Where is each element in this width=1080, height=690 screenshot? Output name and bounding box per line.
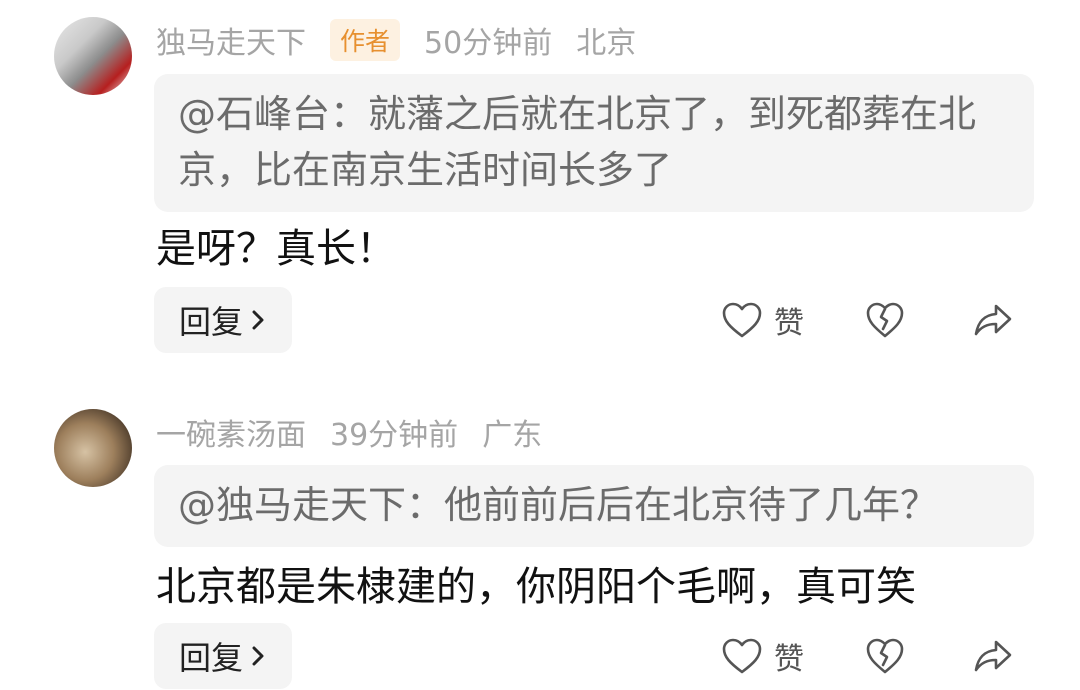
comment-meta: 独马走天下 作者 50分钟前 北京 (156, 18, 660, 62)
quoted-comment[interactable]: @独马走天下：他前前后后在北京待了几年？ (154, 465, 1034, 547)
avatar[interactable] (54, 409, 132, 487)
avatar[interactable] (54, 17, 132, 95)
comment-text: 是呀？真长！ (156, 226, 396, 272)
reply-label: 回复 (178, 639, 243, 677)
share-arrow-icon[interactable] (972, 636, 1014, 676)
heart-outline-icon (722, 638, 762, 674)
broken-heart-icon[interactable] (864, 300, 906, 340)
chevron-right-icon (252, 646, 264, 666)
like-label: 赞 (774, 642, 804, 677)
heart-outline-icon (722, 302, 762, 338)
quoted-comment[interactable]: @石峰台：就藩之后就在北京了，到死都葬在北京，比在南京生活时间长多了 (154, 74, 1034, 212)
comment-text: 北京都是朱棣建的，你阴阳个毛啊，真可笑 (156, 564, 916, 610)
location: 广东 (482, 418, 543, 453)
broken-heart-icon[interactable] (864, 636, 906, 676)
share-arrow-icon[interactable] (972, 300, 1014, 340)
author-badge: 作者 (330, 19, 401, 61)
timestamp: 50分钟前 (424, 26, 553, 61)
comment-meta: 一碗素汤面 39分钟前 广东 (156, 410, 566, 454)
username[interactable]: 一碗素汤面 (156, 410, 306, 454)
reply-label: 回复 (178, 303, 243, 341)
chevron-right-icon (252, 310, 264, 330)
timestamp: 39分钟前 (330, 418, 459, 453)
comment-actions: 赞 (720, 623, 1014, 689)
reply-button[interactable]: 回复 (154, 287, 292, 353)
username[interactable]: 独马走天下 (156, 18, 306, 62)
like-label: 赞 (774, 306, 804, 341)
location: 北京 (576, 26, 637, 61)
like-button[interactable]: 赞 (720, 634, 864, 678)
reply-button[interactable]: 回复 (154, 623, 292, 689)
like-button[interactable]: 赞 (720, 298, 864, 342)
comment-actions: 赞 (720, 287, 1014, 353)
